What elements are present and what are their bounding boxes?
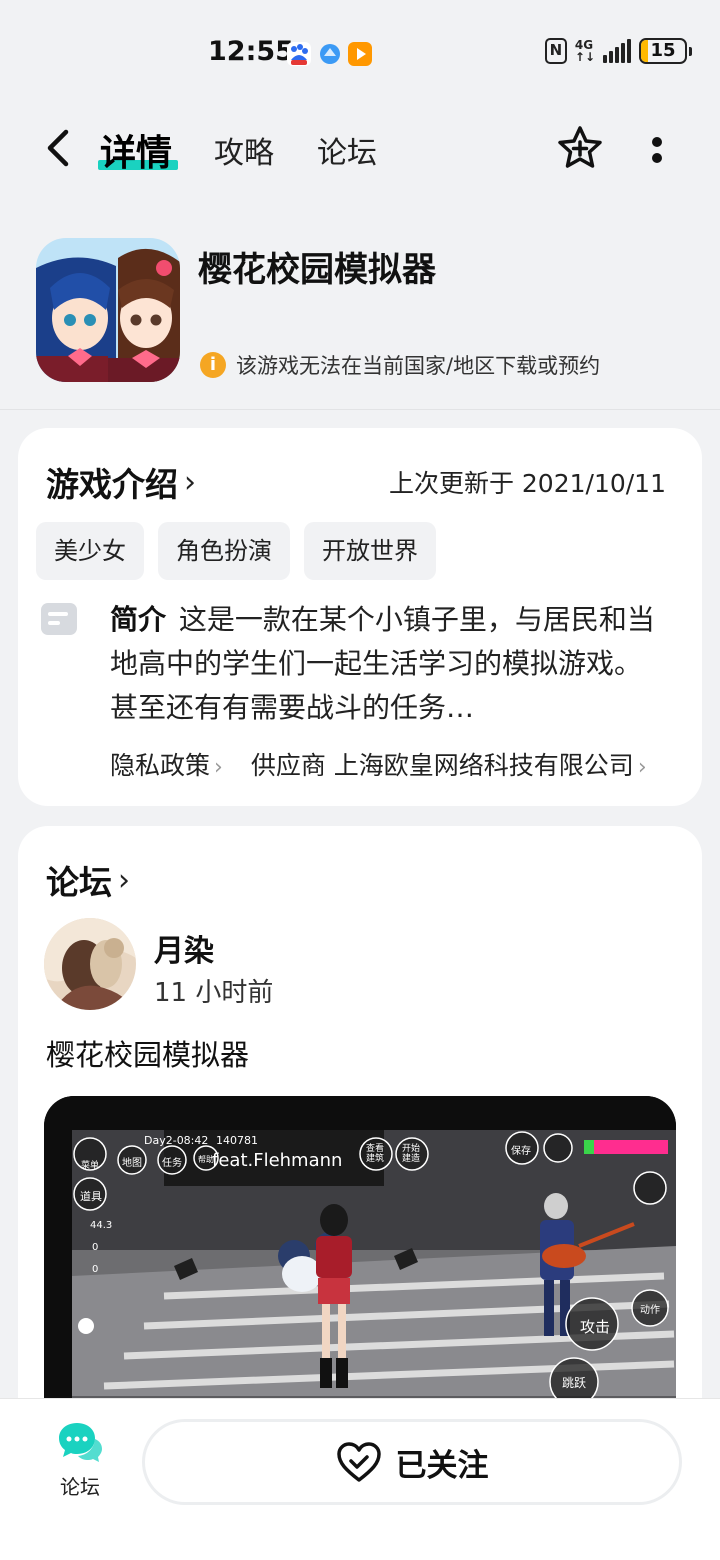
browser-app-icon (318, 42, 342, 66)
avatar[interactable] (44, 918, 136, 1010)
info-links: 隐私政策 › 供应商 上海欧皇网络科技有限公司 › (110, 746, 647, 782)
forum-tab-label: 论坛 (60, 1475, 100, 1499)
tag-item[interactable]: 开放世界 (304, 522, 436, 580)
tag-item[interactable]: 角色扮演 (158, 522, 290, 580)
forum-title: 论坛 (46, 863, 112, 902)
video-app-icon (348, 42, 372, 66)
notice-text: 该游戏无法在当前国家/地区下载或预约 (236, 354, 601, 378)
info-icon: i (200, 352, 226, 378)
top-navigation: 详情 攻略 论坛 (0, 110, 720, 188)
game-intro-card: 游戏介绍 › 上次更新于 2021/10/11 美少女 角色扮演 开放世界 简介… (18, 428, 702, 806)
forum-card: 论坛 › 月染 11 小时前 樱花校园模拟器 Day2-08:42 140781… (18, 826, 702, 1446)
tag-item[interactable]: 美少女 (36, 522, 144, 580)
game-icon (36, 238, 180, 382)
battery-tip (689, 46, 692, 56)
hud-stage-banner: feat.Flehmann (212, 1150, 343, 1171)
post-time: 11 小时前 (154, 978, 274, 1008)
follow-label: 已关注 (395, 1447, 489, 1484)
hud-zero-a: 0 (92, 1242, 99, 1253)
hud-help: 帮助 (198, 1155, 214, 1164)
hud-items: 道具 (80, 1190, 102, 1203)
tag-list: 美少女 角色扮演 开放世界 (36, 522, 436, 580)
hud-start: 开始建造 (402, 1144, 421, 1164)
hud-day-time: Day2-08:42 (144, 1134, 209, 1147)
chevron-right-icon: › (184, 464, 196, 500)
network-type: 4G ↑↓ (574, 38, 595, 64)
hud-attack: 攻击 (580, 1318, 611, 1336)
hud-score: 140781 (216, 1134, 258, 1147)
hud-task: 任务 (162, 1158, 182, 1169)
tab-details[interactable]: 详情 (100, 124, 172, 176)
hud-save: 保存 (511, 1146, 531, 1157)
chevron-right-icon: › (637, 755, 647, 780)
post-author[interactable]: 月染 (154, 926, 214, 970)
follow-button[interactable]: 已关注 (142, 1419, 682, 1505)
post-video-screenshot[interactable]: Day2-08:42 140781 feat.Flehmann 菜单 道具 地图… (44, 1096, 676, 1446)
hud-stat: 44.3 (90, 1220, 113, 1231)
forum-tab-button[interactable]: 论坛 (50, 1421, 110, 1500)
hud-action: 动作 (640, 1305, 660, 1316)
intro-section-link[interactable]: 游戏介绍 › (46, 458, 196, 506)
forum-section-link[interactable]: 论坛 › (46, 856, 130, 904)
desc-text: 这是一款在某个小镇子里，与居民和当地高中的学生们一起生活学习的模拟游戏。 甚至还… (110, 603, 655, 724)
hud-map: 地图 (122, 1158, 142, 1169)
game-description[interactable]: 简介 这是一款在某个小镇子里，与居民和当地高中的学生们一起生活学习的模拟游戏。 … (110, 598, 670, 730)
privacy-link[interactable]: 隐私政策 › (110, 746, 223, 782)
status-bar: 12:55 N 4G ↑↓ 15 (0, 0, 720, 108)
post-text[interactable]: 樱花校园模拟器 (46, 1032, 249, 1074)
last-updated: 上次更新于 2021/10/11 (388, 469, 666, 498)
tab-guide[interactable]: 攻略 (214, 128, 274, 172)
desc-label: 简介 (110, 603, 167, 636)
hud-check: 查看建筑 (366, 1144, 385, 1164)
region-notice: i 该游戏无法在当前国家/地区下载或预约 (200, 350, 600, 380)
chat-bubbles-icon (59, 1423, 102, 1462)
hud-jump: 跳跃 (562, 1376, 587, 1390)
status-icons: N 4G ↑↓ 15 (544, 38, 692, 64)
game-title: 樱花校园模拟器 (198, 250, 436, 290)
document-icon (41, 603, 77, 635)
chevron-left-icon[interactable] (40, 128, 80, 168)
supplier-link[interactable]: 供应商 上海欧皇网络科技有限公司 › (251, 746, 647, 782)
hud-menu: 菜单 (81, 1161, 100, 1171)
chevron-right-icon: › (214, 755, 223, 780)
nfc-icon: N (544, 38, 567, 64)
tab-forum[interactable]: 论坛 (317, 128, 377, 172)
intro-title: 游戏介绍 (46, 465, 178, 504)
signal-icon (603, 39, 631, 63)
star-plus-icon[interactable] (555, 124, 605, 174)
more-vertical-icon[interactable] (643, 130, 671, 170)
baidu-app-icon (287, 42, 311, 66)
chevron-right-icon: › (118, 862, 130, 898)
hud-zero-b: 0 (92, 1264, 99, 1275)
game-header: 樱花校园模拟器 i 该游戏无法在当前国家/地区下载或预约 (0, 200, 720, 410)
bottom-bar: 论坛 已关注 (0, 1398, 720, 1560)
clock: 12:55 (208, 36, 294, 67)
battery-icon: 15 (639, 38, 687, 64)
heart-check-icon (336, 1442, 381, 1482)
